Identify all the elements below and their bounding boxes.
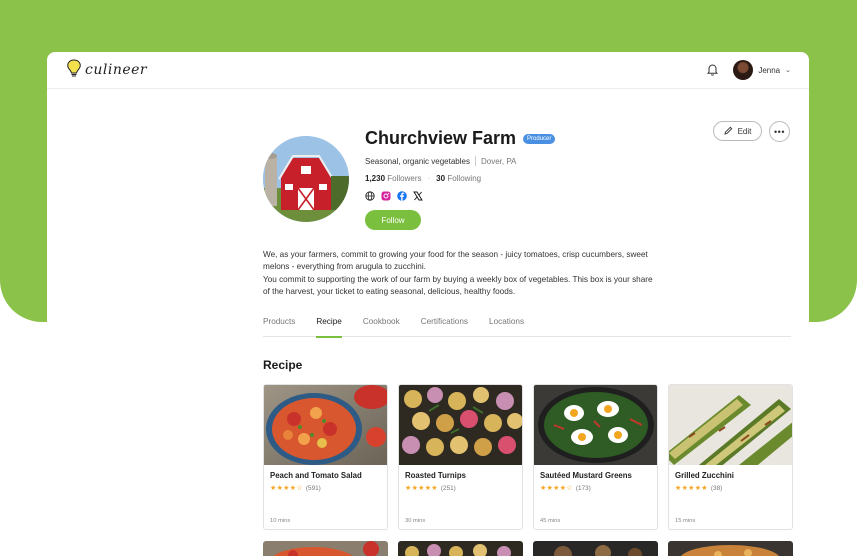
recipe-time: 15 mins: [675, 518, 696, 524]
following-label: Following: [447, 174, 482, 183]
x-icon[interactable]: [413, 191, 423, 201]
rating-count: (251): [440, 484, 456, 492]
recipe-image: [669, 385, 792, 465]
divider: [474, 156, 476, 166]
following-stat[interactable]: 30 Following: [436, 174, 481, 183]
producer-badge: Producer: [523, 133, 556, 144]
recipe-image: [399, 385, 522, 465]
recipe-card[interactable]: Peach and Tomato Salad ★★★★☆ (591) 10 mi…: [263, 384, 388, 530]
followers-stat[interactable]: 1,230 Followers: [365, 174, 422, 183]
star-rating: ★★★★★: [405, 485, 438, 492]
recipe-card-partial[interactable]: [533, 541, 658, 556]
facebook-icon[interactable]: [397, 191, 407, 201]
page: culineer Jenna ⌄ Churchview Farm Produce…: [0, 0, 857, 556]
social-links: [365, 191, 555, 201]
recipe-time: 45 mins: [540, 518, 561, 524]
followers-count: 1,230: [365, 174, 386, 183]
farm-avatar: [263, 136, 349, 222]
profile-location: Dover, PA: [480, 156, 517, 166]
section-title: Recipe: [263, 358, 303, 372]
logo-text: culineer: [85, 62, 148, 78]
recipe-title: Peach and Tomato Salad: [270, 471, 362, 480]
following-count: 30: [436, 174, 446, 183]
chevron-down-icon: ⌄: [785, 67, 791, 74]
recipe-grid: Peach and Tomato Salad ★★★★☆ (591) 10 mi…: [263, 384, 793, 530]
rating-count: (173): [575, 484, 591, 492]
star-rating: ★★★★★: [675, 485, 708, 492]
tab-cookbook[interactable]: Cookbook: [363, 317, 400, 337]
edit-button[interactable]: Edit: [713, 121, 762, 141]
profile-tagline: Seasonal, organic vegetables: [365, 156, 470, 166]
recipe-card[interactable]: Grilled Zucchini ★★★★★ (38) 15 mins: [668, 384, 793, 530]
recipe-card-partial[interactable]: [668, 541, 793, 556]
recipe-card-partial[interactable]: [263, 541, 388, 556]
recipe-rating: ★★★★★ (38): [675, 484, 723, 493]
follow-button[interactable]: Follow: [365, 210, 421, 230]
followers-label: Followers: [387, 174, 422, 183]
recipe-image: [264, 385, 387, 465]
recipe-title: Grilled Zucchini: [675, 471, 734, 480]
recipe-card[interactable]: Sautéed Mustard Greens ★★★★☆ (173) 45 mi…: [533, 384, 658, 530]
edit-label: Edit: [737, 126, 752, 136]
recipe-title: Sautéed Mustard Greens: [540, 471, 632, 480]
recipe-title: Roasted Turnips: [405, 471, 466, 480]
instagram-icon[interactable]: [381, 191, 391, 201]
tab-locations[interactable]: Locations: [489, 317, 524, 337]
rating-count: (38): [710, 484, 723, 492]
logo[interactable]: culineer: [65, 58, 147, 83]
tab-recipe[interactable]: Recipe: [316, 317, 342, 338]
recipe-rating: ★★★★☆ (173): [540, 484, 591, 493]
recipe-grid-row-2: [263, 541, 793, 556]
description-paragraph: We, as your farmers, commit to growing y…: [263, 250, 648, 272]
recipe-rating: ★★★★☆ (591): [270, 484, 321, 493]
profile-tabs: Products Recipe Cookbook Certifications …: [263, 317, 791, 338]
recipe-time: 10 mins: [270, 518, 291, 524]
profile-description: We, as your farmers, commit to growing y…: [263, 249, 653, 299]
separator-dot: ·: [427, 174, 431, 183]
recipe-time: 30 mins: [405, 518, 426, 524]
profile-info: Churchview Farm Producer Seasonal, organ…: [365, 128, 556, 230]
recipe-rating: ★★★★★ (251): [405, 484, 456, 493]
pencil-icon: [724, 126, 733, 137]
avatar: [733, 60, 754, 80]
top-right-controls: Jenna ⌄: [705, 60, 791, 80]
rating-count: (591): [305, 484, 321, 492]
star-rating: ★★★★☆: [540, 485, 573, 492]
app-window: culineer Jenna ⌄ Churchview Farm Produce…: [47, 52, 809, 556]
more-options-button[interactable]: •••: [769, 121, 790, 142]
recipe-image: [534, 385, 657, 465]
description-paragraph: You commit to supporting the work of our…: [263, 274, 653, 297]
globe-icon[interactable]: [365, 191, 375, 201]
tab-products[interactable]: Products: [263, 317, 295, 337]
lightbulb-icon: [65, 58, 83, 83]
follow-stats: 1,230 Followers · 30 Following: [365, 174, 555, 183]
tab-certifications[interactable]: Certifications: [421, 317, 468, 337]
recipe-card[interactable]: Roasted Turnips ★★★★★ (251) 30 mins: [398, 384, 523, 530]
top-bar: culineer Jenna ⌄: [47, 52, 809, 89]
bell-icon[interactable]: [705, 63, 719, 77]
user-name: Jenna: [758, 65, 781, 75]
profile-name: Churchview Farm: [365, 128, 517, 148]
recipe-card-partial[interactable]: [398, 541, 523, 556]
star-rating: ★★★★☆: [270, 485, 303, 492]
name-row: Churchview Farm Producer: [365, 128, 556, 149]
profile-subline: Seasonal, organic vegetables Dover, PA: [365, 156, 555, 166]
user-menu[interactable]: Jenna ⌄: [733, 60, 791, 80]
